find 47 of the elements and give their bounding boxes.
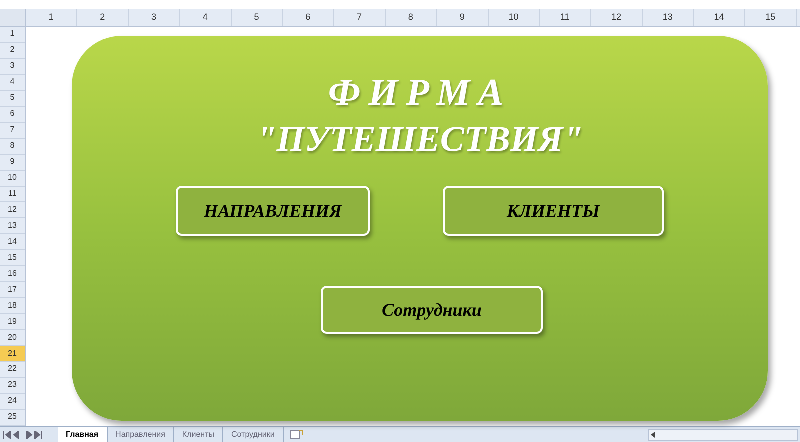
menu-button[interactable]: НАПРАВЛЕНИЯ [176,186,370,236]
menu-button[interactable]: Сотрудники [321,286,543,334]
row-header[interactable]: 23 [0,378,25,394]
column-header[interactable]: 6 [282,9,334,26]
row-header[interactable]: 3 [0,58,25,75]
row-header[interactable]: 5 [0,90,25,107]
row-header[interactable]: 18 [0,298,25,314]
column-header[interactable]: 1 [26,9,78,26]
column-header[interactable]: 5 [232,9,283,26]
row-header[interactable]: 9 [0,154,25,171]
column-header[interactable]: 10 [488,9,540,26]
row-header[interactable]: 16 [0,266,25,282]
row-header[interactable]: 7 [0,122,25,139]
row-header[interactable]: 17 [0,282,25,298]
row-header[interactable]: 22 [0,362,25,378]
new-sheet-icon[interactable] [290,430,304,440]
row-header[interactable]: 12 [0,202,25,218]
banner-title: "ПУТЕШЕСТВИЯ" [256,118,584,161]
row-header[interactable]: 21 [0,346,25,362]
banner-title: ФИРМА [328,71,512,116]
horizontal-scrollbar[interactable] [648,428,798,440]
column-header[interactable]: 7 [334,9,386,26]
column-header[interactable]: 3 [128,9,180,26]
row-header[interactable]: 10 [0,170,25,187]
column-header[interactable]: 12 [591,9,643,26]
row-header[interactable]: 11 [0,186,25,202]
row-header[interactable]: 4 [0,74,25,91]
column-header[interactable]: 2 [77,9,129,26]
row-header[interactable]: 6 [0,106,25,123]
row-header[interactable]: 1 [0,27,25,43]
column-header[interactable]: 8 [386,9,438,26]
row-header[interactable]: 2 [0,42,25,59]
sheet-tab[interactable]: Главная [58,427,108,442]
row-header[interactable]: 24 [0,394,25,410]
scroll-left-icon[interactable] [649,430,657,438]
column-header[interactable]: 11 [540,9,592,26]
row-header[interactable]: 15 [0,250,25,266]
row-header[interactable]: 19 [0,314,25,330]
column-header[interactable]: 15 [745,9,797,26]
column-header[interactable]: 9 [437,9,489,26]
row-header[interactable]: 13 [0,218,25,234]
row-header[interactable]: 14 [0,234,25,250]
column-header[interactable]: 4 [180,9,232,26]
row-header[interactable]: 8 [0,138,25,155]
column-header[interactable]: 14 [694,9,746,26]
column-header[interactable]: 13 [642,9,694,26]
menu-button[interactable]: КЛИЕНТЫ [443,186,664,236]
